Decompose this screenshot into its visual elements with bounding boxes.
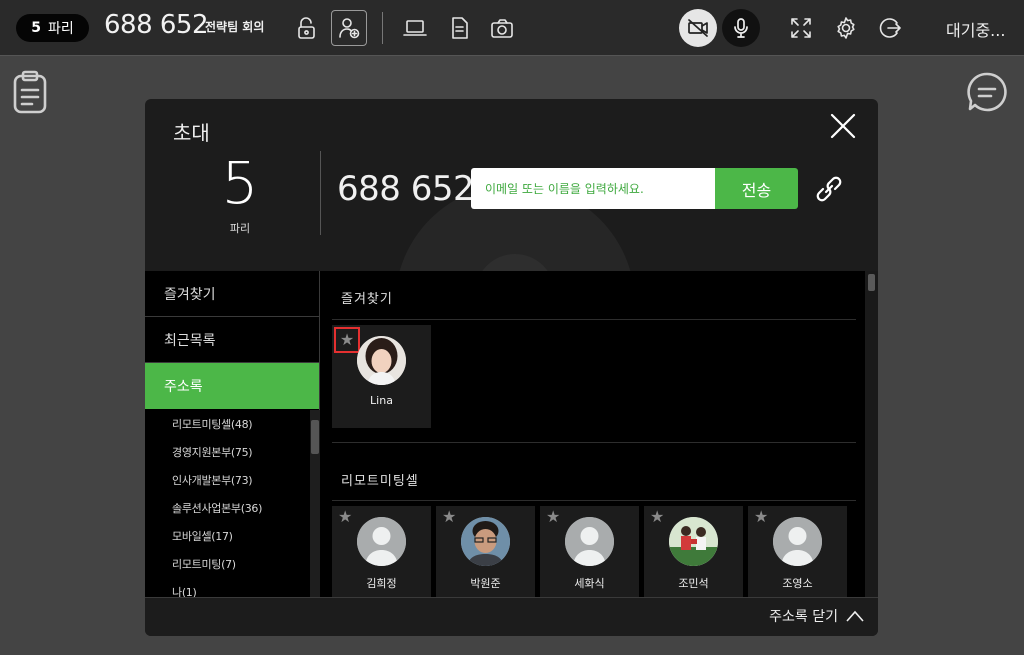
- address-book-panel: 즐겨찾기 최근목록 주소록 리모트미팅셀(48) 경영지원본부(75) 인사개발…: [145, 271, 878, 597]
- contact-card[interactable]: ★ 박원준: [436, 506, 535, 597]
- group-list: 리모트미팅셀(48) 경영지원본부(75) 인사개발본부(73) 솔루션사업본부…: [145, 410, 320, 597]
- section-divider: [332, 500, 856, 501]
- party-count-badge[interactable]: 5 파리: [16, 14, 89, 42]
- dialog-room-number: 688 652: [337, 169, 475, 209]
- chevron-up-icon: [846, 610, 864, 622]
- invite-input[interactable]: [471, 168, 716, 209]
- camera-share-button[interactable]: [484, 10, 520, 46]
- laptop-icon: [403, 20, 427, 36]
- invite-user-button[interactable]: [331, 10, 367, 46]
- video-toggle-button[interactable]: [679, 9, 717, 47]
- close-addressbook-label: 주소록 닫기: [769, 609, 838, 625]
- favorite-star-icon[interactable]: ★: [650, 509, 664, 525]
- contact-name: 조영소: [782, 577, 813, 590]
- dialog-party-count: 5: [221, 149, 259, 217]
- add-user-icon: [339, 18, 360, 39]
- section-divider: [332, 442, 856, 443]
- contact-name: 박원준: [470, 577, 501, 590]
- address-book-sidebar: 즐겨찾기 최근목록 주소록 리모트미팅셀(48) 경영지원본부(75) 인사개발…: [145, 271, 320, 597]
- contact-card[interactable]: ★ 세화식: [540, 506, 639, 597]
- favorite-star-icon[interactable]: ★: [334, 327, 360, 353]
- copy-link-button[interactable]: [810, 170, 848, 208]
- group-item[interactable]: 리모트미팅셀(48): [145, 410, 320, 438]
- close-icon: [830, 113, 856, 139]
- dialog-party-label: 파리: [229, 222, 251, 235]
- screen-share-button[interactable]: [397, 10, 433, 46]
- mic-toggle-button[interactable]: [722, 9, 760, 47]
- favorite-star-icon[interactable]: ★: [754, 509, 768, 525]
- dialog-footer: 주소록 닫기: [145, 597, 878, 636]
- group-item[interactable]: 인사개발본부(73): [145, 466, 320, 494]
- invite-dialog: 초대 5 파리 688 652 전송 즐겨찾기 최근목록 주소록 리모트미팅셀(…: [145, 99, 878, 636]
- camera-icon: [491, 19, 513, 38]
- group-item[interactable]: 모바일셀(17): [145, 522, 320, 550]
- contact-name: 조민석: [678, 577, 709, 590]
- notes-button[interactable]: [12, 70, 48, 118]
- chat-icon: [967, 72, 1007, 112]
- contact-card-favorite[interactable]: ★ Lina: [332, 325, 431, 428]
- clipboard-icon: [13, 70, 47, 114]
- close-dialog-button[interactable]: [828, 111, 858, 141]
- avatar: [773, 517, 822, 566]
- section-title-favorites: 즐겨찾기: [341, 292, 393, 307]
- contact-name: 세화식: [574, 577, 605, 590]
- contact-card[interactable]: ★ 조영소: [748, 506, 847, 597]
- status-text: 대기중...: [946, 21, 1006, 40]
- meeting-name: 전략팀 회의: [205, 20, 265, 34]
- group-item[interactable]: 경영지원본부(75): [145, 438, 320, 466]
- contact-area: 즐겨찾기 ★ Lina 리모트미팅셀 ★ 김희정 ★ 박원준 ★ 세화식 ★ 조…: [321, 271, 865, 597]
- toolbar-divider: [382, 12, 383, 44]
- close-addressbook-button[interactable]: 주소록 닫기: [769, 606, 864, 626]
- group-item[interactable]: 나(1): [145, 578, 320, 597]
- unlock-button[interactable]: [289, 10, 325, 46]
- gear-icon: [837, 17, 855, 39]
- party-count: 5: [31, 20, 41, 36]
- group-item[interactable]: 솔루션사업본부(36): [145, 494, 320, 522]
- sidebar-item-recent[interactable]: 최근목록: [145, 317, 319, 363]
- favorite-star-icon[interactable]: ★: [442, 509, 456, 525]
- exit-icon: [879, 18, 901, 38]
- send-button[interactable]: 전송: [715, 168, 798, 209]
- contact-name: Lina: [370, 394, 393, 407]
- sidebar-item-addressbook[interactable]: 주소록: [145, 363, 319, 409]
- party-label: 파리: [47, 21, 74, 37]
- favorite-star-icon[interactable]: ★: [338, 509, 352, 525]
- header-divider: [320, 151, 321, 235]
- favorite-star-icon[interactable]: ★: [546, 509, 560, 525]
- video-off-icon: [688, 19, 708, 37]
- contact-name: 김희정: [366, 577, 397, 590]
- avatar: [357, 517, 406, 566]
- fullscreen-icon: [791, 18, 811, 38]
- chat-button[interactable]: [965, 70, 1009, 118]
- fullscreen-button[interactable]: [783, 10, 819, 46]
- document-share-button[interactable]: [441, 10, 477, 46]
- section-title-group: 리모트미팅셀: [341, 474, 419, 489]
- avatar: [357, 336, 406, 385]
- top-toolbar: 5 파리 688 652 전략팀 회의 대기중...: [0, 0, 1024, 56]
- avatar: [461, 517, 510, 566]
- group-item[interactable]: 리모트미팅(7): [145, 550, 320, 578]
- group-list-scrollbar[interactable]: [310, 410, 320, 597]
- exit-button[interactable]: [872, 10, 908, 46]
- settings-button[interactable]: [828, 10, 864, 46]
- link-icon: [816, 176, 842, 202]
- avatar: [669, 517, 718, 566]
- section-divider: [332, 319, 856, 320]
- contact-card[interactable]: ★ 김희정: [332, 506, 431, 597]
- microphone-icon: [734, 18, 748, 38]
- avatar: [565, 517, 614, 566]
- document-icon: [452, 17, 468, 39]
- unlock-icon: [298, 17, 315, 39]
- meeting-number: 688 652: [104, 10, 209, 40]
- sidebar-item-favorites[interactable]: 즐겨찾기: [145, 271, 319, 317]
- contact-card[interactable]: ★ 조민석: [644, 506, 743, 597]
- contact-area-scrollbar[interactable]: [865, 271, 878, 597]
- dialog-title: 초대: [173, 121, 210, 145]
